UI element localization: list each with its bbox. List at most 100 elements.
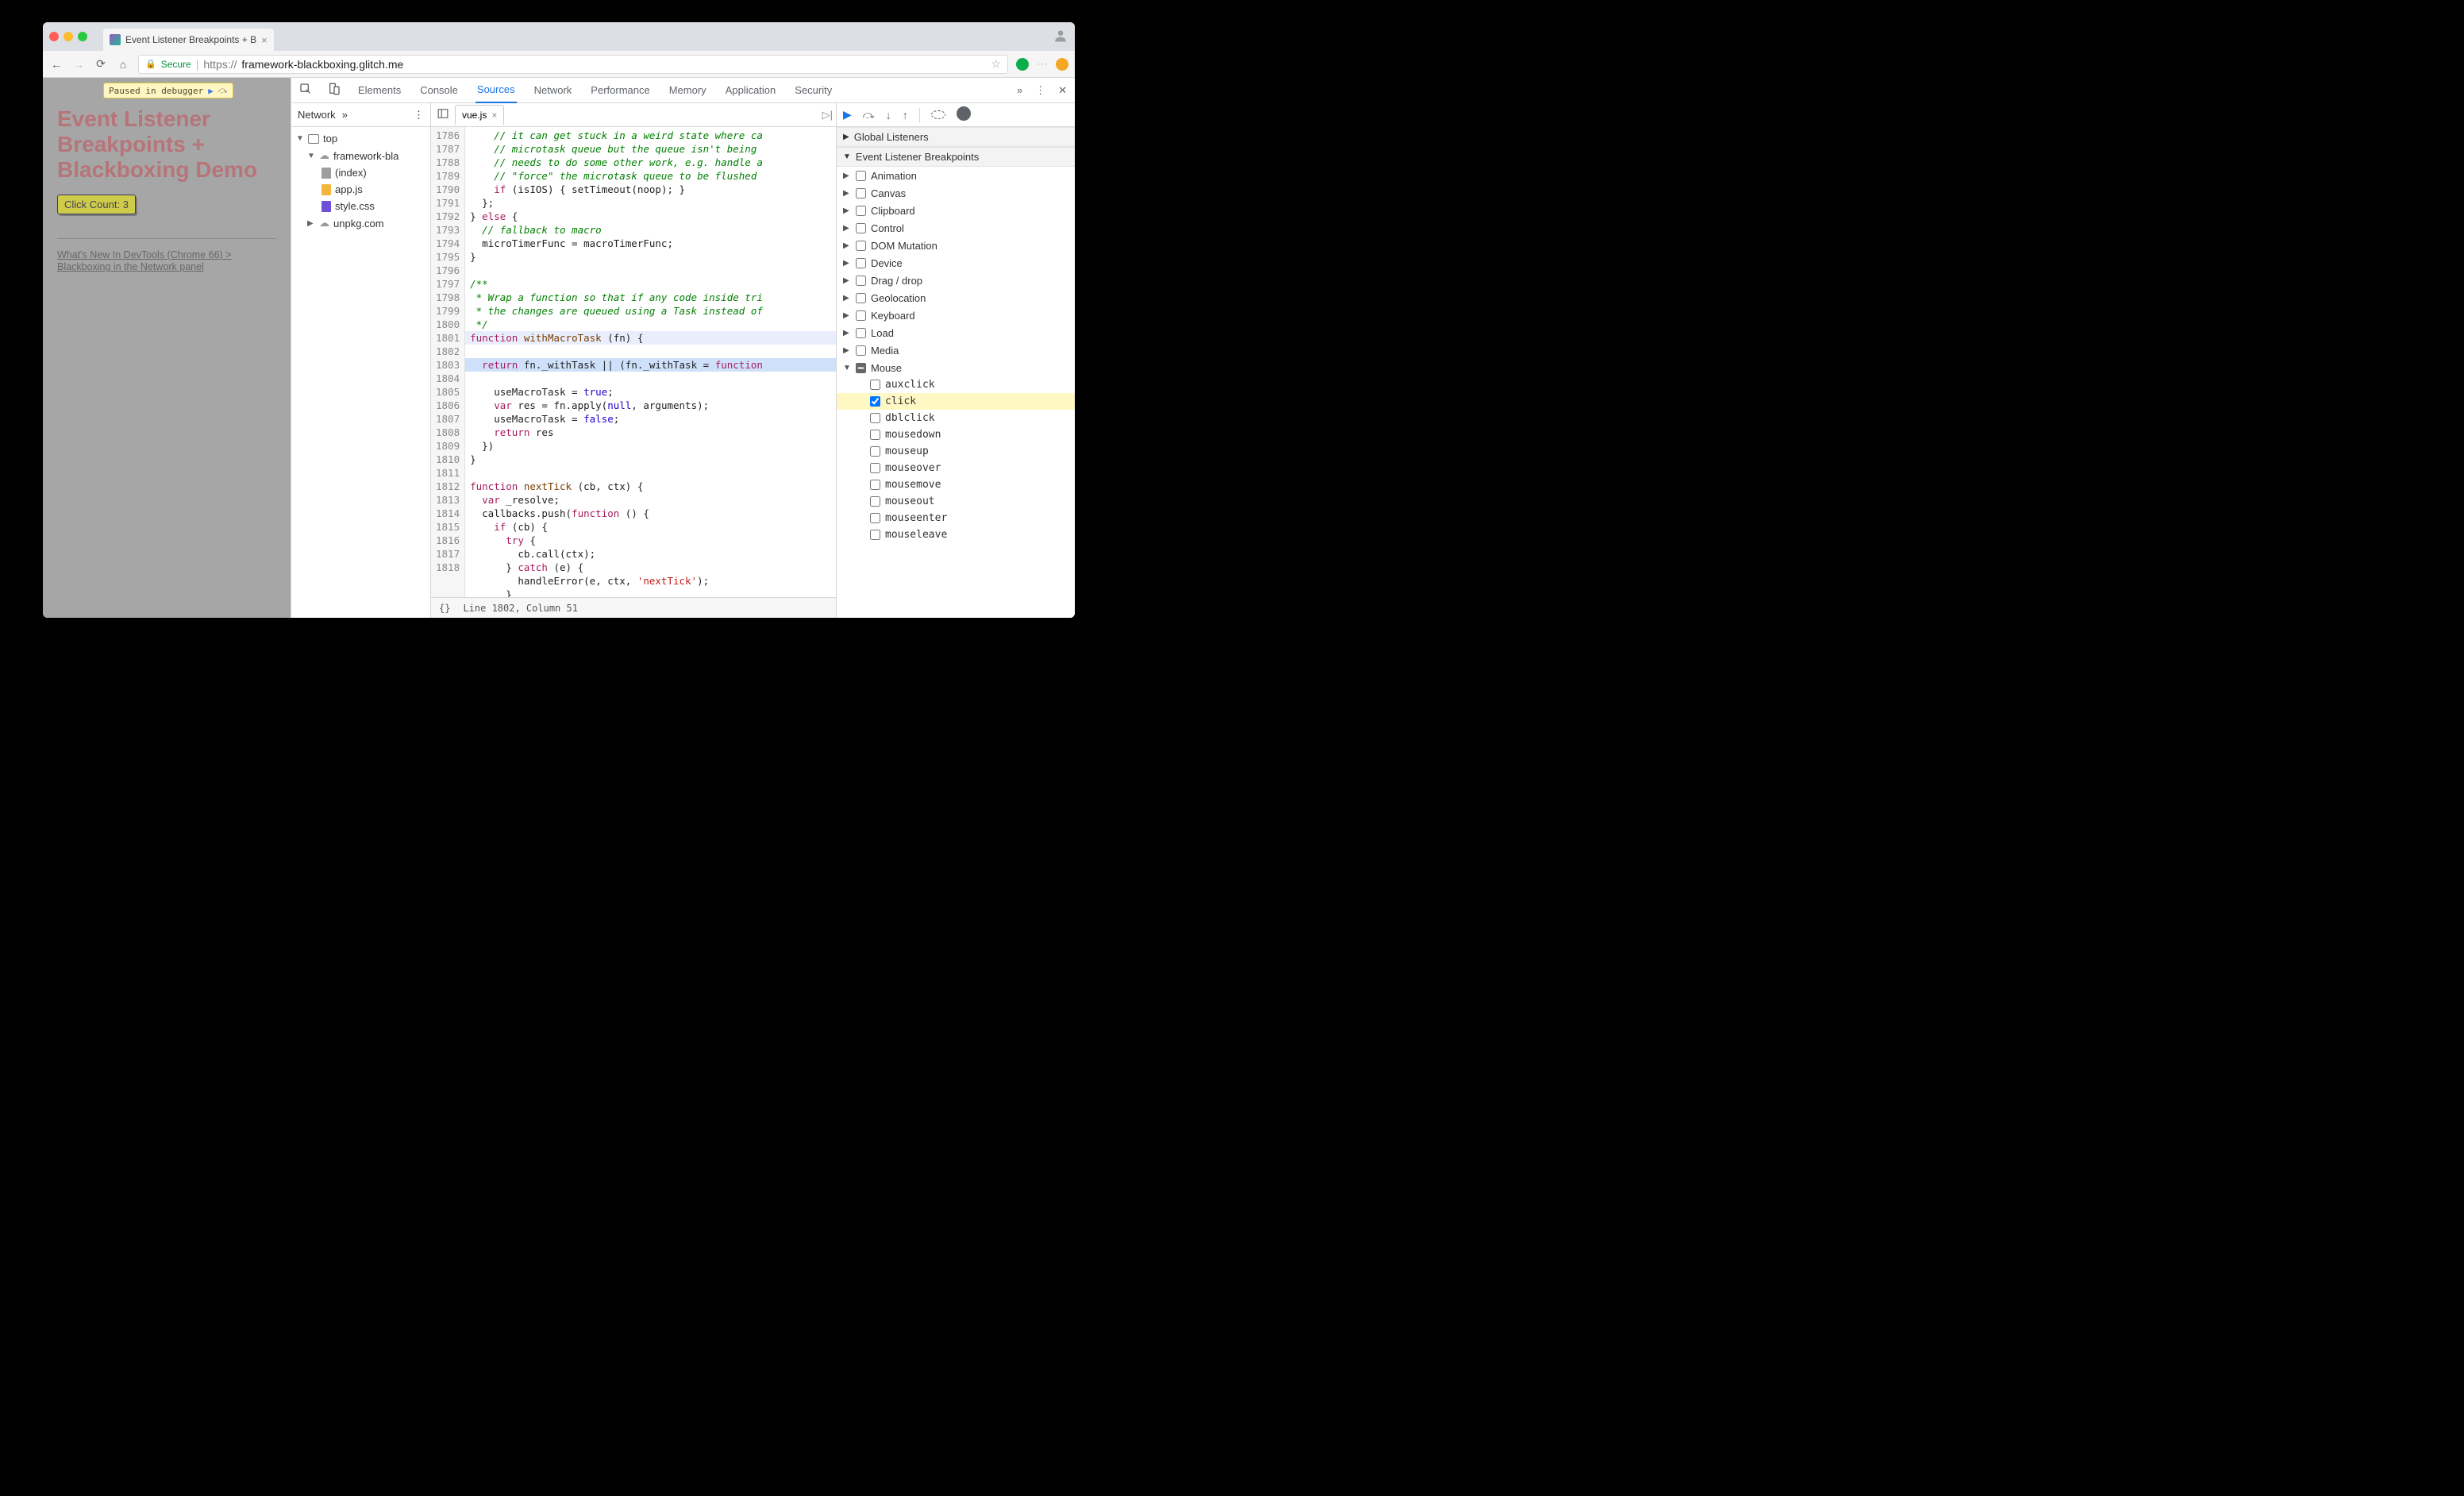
disclosure-triangle-icon[interactable]: ▶ — [843, 172, 851, 180]
elb-category[interactable]: ▶Media — [837, 341, 1075, 359]
disclosure-triangle-icon[interactable]: ▶ — [843, 294, 851, 303]
panel-elements[interactable]: Elements — [356, 78, 402, 102]
close-devtools-icon[interactable]: ✕ — [1058, 84, 1067, 97]
elb-category[interactable]: ▶Control — [837, 219, 1075, 237]
elb-category[interactable]: ▶Geolocation — [837, 289, 1075, 307]
navigator-tab-network[interactable]: Network — [298, 109, 336, 121]
elb-event-checkbox[interactable] — [870, 496, 880, 507]
file-tab-vuejs[interactable]: vue.js × — [455, 105, 504, 125]
panel-performance[interactable]: Performance — [589, 78, 651, 102]
elb-event-checkbox[interactable] — [870, 380, 880, 390]
section-global-listeners[interactable]: ▶ Global Listeners — [837, 127, 1075, 147]
profile-icon[interactable] — [1053, 28, 1068, 46]
step-out-icon[interactable]: ↑ — [903, 109, 908, 121]
disclosure-triangle-icon[interactable]: ▶ — [843, 276, 851, 285]
toggle-navigator-icon[interactable] — [434, 108, 452, 121]
tree-file-index[interactable]: (index) — [291, 164, 430, 181]
elb-category-checkbox[interactable] — [856, 363, 866, 373]
elb-event-mouseover[interactable]: mouseover — [837, 460, 1075, 476]
elb-event-click[interactable]: click — [837, 393, 1075, 410]
resume-icon[interactable]: ▶ — [208, 86, 214, 96]
disclosure-triangle-icon[interactable]: ▼ — [843, 152, 851, 161]
device-toggle-icon[interactable] — [328, 83, 341, 98]
bookmark-star-icon[interactable]: ☆ — [991, 57, 1001, 71]
tree-top[interactable]: ▼ top — [291, 130, 430, 147]
elb-event-checkbox[interactable] — [870, 480, 880, 490]
elb-event-checkbox[interactable] — [870, 430, 880, 440]
disclosure-triangle-icon[interactable]: ▶ — [843, 241, 851, 250]
step-into-icon[interactable]: ↓ — [886, 109, 891, 121]
panel-sources[interactable]: Sources — [475, 78, 517, 103]
disclosure-triangle-icon[interactable]: ▶ — [843, 259, 851, 268]
elb-category-checkbox[interactable] — [856, 345, 866, 356]
elb-category[interactable]: ▶Animation — [837, 167, 1075, 184]
back-icon[interactable]: ← — [49, 58, 64, 71]
navigator-more-tabs-icon[interactable]: » — [342, 109, 348, 121]
disclosure-triangle-icon[interactable]: ▼ — [296, 134, 304, 143]
elb-category-checkbox[interactable] — [856, 241, 866, 251]
pretty-print-icon[interactable]: {} — [439, 603, 450, 614]
close-tab-icon[interactable]: × — [261, 34, 268, 46]
disclosure-triangle-icon[interactable]: ▶ — [843, 346, 851, 355]
elb-category-mouse[interactable]: ▼Mouse — [837, 359, 1075, 376]
elb-category-checkbox[interactable] — [856, 293, 866, 303]
browser-tab[interactable]: Event Listener Breakpoints + B × — [103, 29, 274, 51]
elb-event-mouseenter[interactable]: mouseenter — [837, 510, 1075, 526]
panel-console[interactable]: Console — [418, 78, 460, 102]
tree-external[interactable]: ▶ ☁ unpkg.com — [291, 214, 430, 232]
section-event-listener-breakpoints[interactable]: ▼ Event Listener Breakpoints — [837, 147, 1075, 167]
tree-file-stylecss[interactable]: style.css — [291, 198, 430, 214]
elb-category[interactable]: ▶Keyboard — [837, 307, 1075, 324]
elb-category-checkbox[interactable] — [856, 223, 866, 233]
resume-button-icon[interactable]: ▶ — [843, 108, 852, 121]
history-forward-icon[interactable]: ▷| — [822, 109, 833, 121]
deactivate-breakpoints-icon[interactable] — [931, 109, 945, 121]
elb-event-checkbox[interactable] — [870, 513, 880, 523]
disclosure-triangle-icon[interactable]: ▼ — [307, 152, 315, 160]
inspect-icon[interactable] — [299, 83, 312, 98]
elb-category[interactable]: ▶Drag / drop — [837, 272, 1075, 289]
reload-icon[interactable]: ⟳ — [94, 57, 108, 71]
elb-event-checkbox[interactable] — [870, 446, 880, 457]
extension-green-icon[interactable] — [1016, 58, 1029, 71]
elb-event-auxclick[interactable]: auxclick — [837, 376, 1075, 393]
elb-category-checkbox[interactable] — [856, 171, 866, 181]
elb-category[interactable]: ▶Device — [837, 254, 1075, 272]
elb-event-dblclick[interactable]: dblclick — [837, 410, 1075, 426]
traffic-close[interactable] — [49, 32, 59, 41]
elb-event-mousedown[interactable]: mousedown — [837, 426, 1075, 443]
elb-category-checkbox[interactable] — [856, 310, 866, 321]
more-panels-icon[interactable]: » — [1017, 84, 1022, 96]
panel-memory[interactable]: Memory — [668, 78, 708, 102]
elb-event-checkbox[interactable] — [870, 530, 880, 540]
extension-orange-icon[interactable] — [1056, 58, 1068, 71]
elb-category[interactable]: ▶Canvas — [837, 184, 1075, 202]
elb-event-mouseup[interactable]: mouseup — [837, 443, 1075, 460]
elb-category[interactable]: ▶Clipboard — [837, 202, 1075, 219]
traffic-minimize[interactable] — [64, 32, 73, 41]
step-over-icon[interactable]: ⤼ — [218, 85, 228, 96]
elb-event-checkbox[interactable] — [870, 396, 880, 407]
elb-category-checkbox[interactable] — [856, 188, 866, 199]
navigator-menu-icon[interactable]: ⋮ — [414, 109, 424, 121]
elb-category-checkbox[interactable] — [856, 276, 866, 286]
elb-category-checkbox[interactable] — [856, 206, 866, 216]
tree-file-appjs[interactable]: app.js — [291, 181, 430, 198]
elb-category-checkbox[interactable] — [856, 258, 866, 268]
elb-event-mousemove[interactable]: mousemove — [837, 476, 1075, 493]
panel-application[interactable]: Application — [724, 78, 778, 102]
disclosure-triangle-icon[interactable]: ▶ — [843, 329, 851, 337]
tree-domain[interactable]: ▼ ☁ framework-bla — [291, 147, 430, 164]
disclosure-triangle-icon[interactable]: ▶ — [843, 206, 851, 215]
elb-event-mouseout[interactable]: mouseout — [837, 493, 1075, 510]
elb-category-checkbox[interactable] — [856, 328, 866, 338]
disclosure-triangle-icon[interactable]: ▶ — [843, 311, 851, 320]
close-file-tab-icon[interactable]: × — [491, 110, 497, 121]
disclosure-triangle-icon[interactable]: ▼ — [843, 364, 851, 372]
code-editor[interactable]: 1786178717881789179017911792179317941795… — [431, 127, 836, 597]
pause-on-exceptions-icon[interactable] — [957, 106, 971, 123]
address-bar[interactable]: 🔒 Secure | https://framework-blackboxing… — [138, 55, 1008, 74]
click-count-button[interactable]: Click Count: 3 — [57, 195, 136, 214]
elb-event-checkbox[interactable] — [870, 413, 880, 423]
step-over-icon[interactable]: ⤼ — [863, 108, 875, 121]
